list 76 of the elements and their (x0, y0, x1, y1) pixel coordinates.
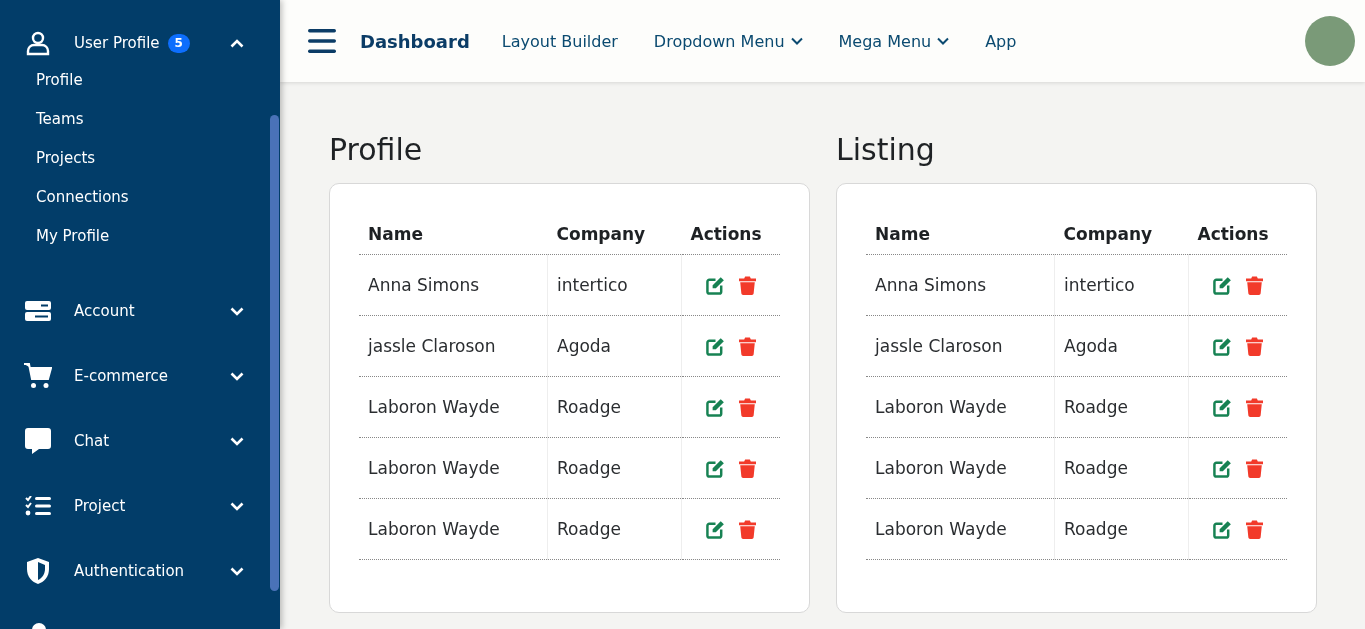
trash-icon[interactable] (1246, 459, 1263, 479)
trash-icon[interactable] (739, 520, 756, 540)
edit-icon[interactable] (1213, 398, 1232, 418)
sidebar-subitem[interactable]: Teams (0, 100, 280, 139)
edit-icon[interactable] (1213, 337, 1232, 357)
trash-icon[interactable] (739, 398, 756, 418)
table-cell: intertico (547, 254, 682, 316)
table-cell: Agoda (1054, 315, 1189, 377)
nav-link[interactable]: App (985, 31, 1017, 51)
edit-icon[interactable] (1213, 520, 1232, 540)
checklist-icon (24, 496, 52, 516)
chat-bubble-icon (24, 428, 52, 454)
sidebar-item[interactable]: Chat (0, 424, 280, 458)
chevron-down-icon (937, 37, 950, 45)
edit-icon[interactable] (706, 276, 725, 296)
table-cell: Roadge (547, 437, 682, 499)
table-cell: Laboron Wayde (866, 376, 1055, 438)
table-cell: Roadge (1054, 376, 1189, 438)
sidebar-item[interactable]: Authentication (0, 554, 280, 588)
cart-icon (24, 363, 52, 389)
trash-icon[interactable] (1246, 337, 1263, 357)
trash-icon[interactable] (1246, 276, 1263, 296)
table-cell: Roadge (1054, 498, 1189, 560)
sidebar-item[interactable]: Project (0, 489, 280, 523)
trash-icon[interactable] (739, 459, 756, 479)
edit-icon[interactable] (706, 459, 725, 479)
table-cell: Laboron Wayde (359, 498, 548, 560)
trash-icon[interactable] (739, 276, 756, 296)
column-header: Company (547, 214, 682, 255)
scrollbar-thumb[interactable] (270, 115, 279, 591)
column-header: Actions (681, 214, 780, 255)
dashboard-link[interactable]: Dashboard (360, 30, 470, 52)
edit-icon[interactable] (706, 398, 725, 418)
table-cell: Anna Simons (359, 254, 548, 316)
table-cell: jassle Claroson (866, 315, 1055, 377)
edit-icon[interactable] (706, 520, 725, 540)
nav-link[interactable]: Mega Menu (838, 31, 950, 51)
nav-link[interactable]: Layout Builder (501, 31, 618, 51)
server-icon (24, 301, 52, 321)
edit-icon[interactable] (706, 337, 725, 357)
chevron-down-icon (790, 37, 803, 45)
table-cell: Laboron Wayde (866, 498, 1055, 560)
table-cell: Anna Simons (866, 254, 1055, 316)
table-cell: Laboron Wayde (866, 437, 1055, 499)
sidebar-subitem[interactable]: Projects (0, 139, 280, 178)
sidebar-item[interactable]: User Profile 5 (0, 26, 280, 60)
trash-icon[interactable] (739, 337, 756, 357)
column-header: Company (1054, 214, 1189, 255)
column-header: Name (359, 214, 548, 255)
menu-icon[interactable] (308, 29, 336, 53)
table-cell: intertico (1054, 254, 1189, 316)
table-cell: Agoda (547, 315, 682, 377)
table-cell: Laboron Wayde (359, 437, 548, 499)
table-cell: jassle Claroson (359, 315, 548, 377)
edit-icon[interactable] (1213, 459, 1232, 479)
count-badge: 5 (167, 33, 190, 53)
avatar[interactable] (1305, 16, 1355, 66)
edit-icon[interactable] (1213, 276, 1232, 296)
sidebar-subitem[interactable]: Connections (0, 178, 280, 217)
trash-icon[interactable] (1246, 398, 1263, 418)
user-icon (24, 30, 52, 56)
column-header: Actions (1188, 214, 1287, 255)
nav-link[interactable]: Dropdown Menu (653, 31, 803, 51)
shield-icon (24, 558, 52, 584)
column-header: Name (866, 214, 1055, 255)
table-cell: Laboron Wayde (359, 376, 548, 438)
section-heading: Profile (329, 131, 423, 169)
table-cell: Roadge (1054, 437, 1189, 499)
table-cell: Roadge (547, 498, 682, 560)
sidebar-subitem[interactable]: My Profile (0, 217, 280, 256)
sidebar-subitem[interactable]: Profile (0, 61, 280, 100)
sidebar-item[interactable]: E-commerce (0, 359, 280, 393)
section-heading: Listing (836, 131, 935, 169)
trash-icon[interactable] (1246, 520, 1263, 540)
table-cell: Roadge (547, 376, 682, 438)
sidebar-item[interactable]: Account (0, 294, 280, 328)
